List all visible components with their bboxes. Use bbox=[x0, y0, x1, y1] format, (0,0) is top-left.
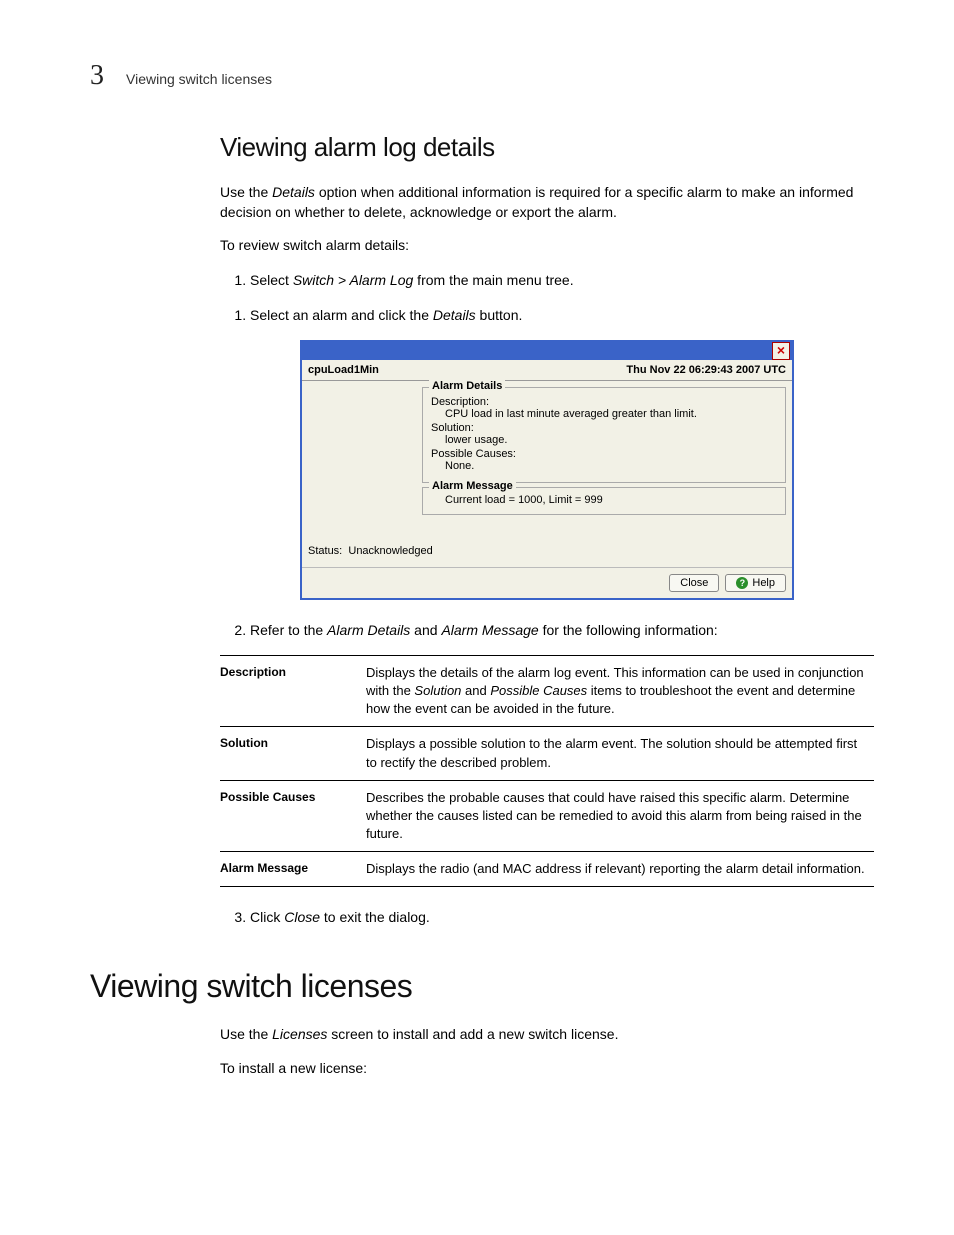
dialog-footer: Close ?Help bbox=[302, 567, 792, 598]
chapter-number: 3 bbox=[90, 60, 104, 92]
def-body: Displays a possible solution to the alar… bbox=[366, 727, 874, 780]
step-item: Click Close to exit the dialog. bbox=[250, 907, 874, 928]
table-row: Solution Displays a possible solution to… bbox=[220, 727, 874, 780]
install-line: To install a new license: bbox=[220, 1059, 874, 1079]
intro-paragraph: Use the Details option when additional i… bbox=[220, 183, 874, 222]
section-heading: Viewing switch licenses bbox=[90, 968, 874, 1005]
definitions-table: Description Displays the details of the … bbox=[220, 655, 874, 888]
running-title: Viewing switch licenses bbox=[126, 71, 272, 87]
def-term: Possible Causes bbox=[220, 780, 366, 852]
review-line: To review switch alarm details: bbox=[220, 236, 874, 256]
fieldset-legend: Alarm Message bbox=[429, 480, 516, 492]
causes-value: None. bbox=[431, 460, 777, 472]
table-row: Description Displays the details of the … bbox=[220, 655, 874, 727]
step-list-2: Refer to the Alarm Details and Alarm Mes… bbox=[220, 620, 874, 641]
close-button[interactable]: Close bbox=[669, 574, 719, 592]
step-item: Select Switch > Alarm Log from the main … bbox=[250, 270, 874, 291]
description-value: CPU load in last minute averaged greater… bbox=[431, 408, 777, 420]
help-button[interactable]: ?Help bbox=[725, 574, 786, 592]
def-term: Alarm Message bbox=[220, 852, 366, 887]
description-label: Description: bbox=[431, 396, 777, 408]
alarm-timestamp: Thu Nov 22 06:29:43 2007 UTC bbox=[626, 364, 786, 376]
def-term: Solution bbox=[220, 727, 366, 780]
def-body: Describes the probable causes that could… bbox=[366, 780, 874, 852]
def-term: Description bbox=[220, 655, 366, 727]
close-icon[interactable]: × bbox=[772, 342, 790, 360]
subsection-heading: Viewing alarm log details bbox=[220, 132, 874, 163]
dialog-status: Status: Unacknowledged bbox=[302, 525, 792, 567]
page-header: 3 Viewing switch licenses bbox=[90, 60, 874, 92]
dialog-titlebar: × bbox=[302, 342, 792, 360]
step-list-1b: Select an alarm and click the Details bu… bbox=[220, 305, 874, 326]
step-item: Refer to the Alarm Details and Alarm Mes… bbox=[250, 620, 874, 641]
causes-label: Possible Causes: bbox=[431, 448, 777, 460]
alarm-message-fieldset: Alarm Message Current load = 1000, Limit… bbox=[422, 487, 786, 515]
step-list-1: Select Switch > Alarm Log from the main … bbox=[220, 270, 874, 291]
def-body: Displays the radio (and MAC address if r… bbox=[366, 852, 874, 887]
alarm-message-value: Current load = 1000, Limit = 999 bbox=[431, 494, 777, 506]
step-list-3: Click Close to exit the dialog. bbox=[220, 907, 874, 928]
alarm-name: cpuLoad1Min bbox=[308, 364, 379, 376]
fieldset-legend: Alarm Details bbox=[429, 380, 505, 392]
def-body: Displays the details of the alarm log ev… bbox=[366, 655, 874, 727]
alarm-details-dialog: × cpuLoad1Min Thu Nov 22 06:29:43 2007 U… bbox=[300, 340, 794, 600]
help-icon: ? bbox=[736, 577, 748, 589]
table-row: Alarm Message Displays the radio (and MA… bbox=[220, 852, 874, 887]
alarm-details-fieldset: Alarm Details Description:CPU load in la… bbox=[422, 387, 786, 483]
licenses-intro: Use the Licenses screen to install and a… bbox=[220, 1025, 874, 1045]
table-row: Possible Causes Describes the probable c… bbox=[220, 780, 874, 852]
solution-label: Solution: bbox=[431, 422, 777, 434]
dialog-header: cpuLoad1Min Thu Nov 22 06:29:43 2007 UTC bbox=[302, 360, 792, 381]
step-item: Select an alarm and click the Details bu… bbox=[250, 305, 874, 326]
solution-value: lower usage. bbox=[431, 434, 777, 446]
